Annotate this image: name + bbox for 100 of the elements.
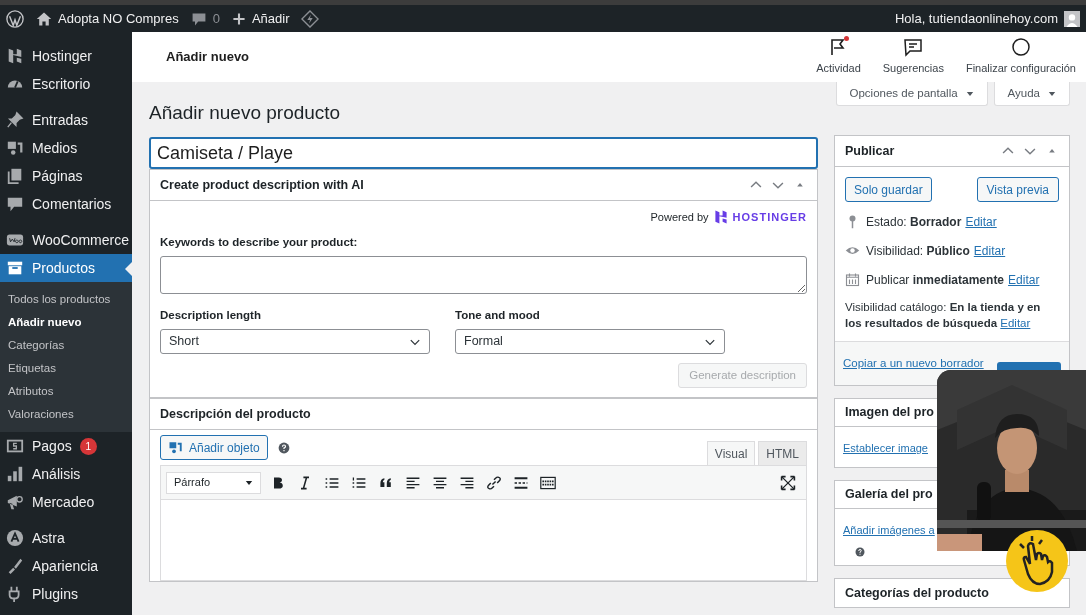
edit-link[interactable]: Editar: [965, 212, 997, 231]
paintbrush-icon: [6, 557, 24, 575]
box-title: Create product description with AI: [160, 176, 364, 194]
comment-icon[interactable]: [190, 10, 207, 27]
catalog-visibility-text: Visibilidad catálogo: En la tienda y en los resultados de búsqueda Editar: [845, 300, 1042, 331]
menu-item[interactable]: Pagos 1: [0, 432, 132, 460]
align-center-icon[interactable]: [432, 474, 448, 491]
media-icon: [168, 440, 183, 455]
header-action-link[interactable]: Finalizar configuración: [965, 60, 1076, 77]
submenu-item[interactable]: Categorías: [0, 334, 132, 357]
status-text: Publicar inmediatamente: [866, 271, 1005, 289]
caret-icon: [1048, 89, 1056, 98]
menu-item[interactable]: WooCommerce: [0, 226, 132, 254]
page-title: Añadir nuevo producto: [149, 101, 342, 125]
wordpress-logo-icon[interactable]: [6, 9, 24, 28]
field-label: Keywords to describe your product:: [160, 234, 359, 250]
status-text: Visibilidad: Público: [866, 242, 970, 260]
box-title: Descripción del producto: [160, 405, 311, 423]
speech-bubble-icon[interactable]: [903, 37, 924, 58]
bar-chart-icon: [6, 465, 24, 483]
help-icon[interactable]: [277, 441, 290, 454]
box-link[interactable]: Añadir imágenes a: [843, 524, 935, 536]
box-title: Categorías del producto: [845, 584, 989, 602]
caret-icon: [965, 89, 974, 98]
submenu-item[interactable]: Todos los productos: [0, 288, 132, 311]
submenu-item[interactable]: Añadir nuevo: [0, 311, 132, 334]
menu-item[interactable]: Escritorio: [0, 70, 132, 98]
hostinger-logo-icon: [6, 47, 24, 65]
astra-logo-icon: [6, 529, 24, 547]
media-icon: [6, 139, 24, 157]
keywords-field[interactable]: [160, 255, 807, 294]
help-icon[interactable]: [855, 547, 865, 557]
editor-tab[interactable]: HTML: [758, 441, 807, 465]
menu-item[interactable]: Análisis: [0, 460, 132, 488]
powered-by-text: Powered by: [650, 210, 709, 225]
diamond-logo-icon[interactable]: [301, 9, 320, 28]
edit-link[interactable]: Editar: [1000, 317, 1031, 329]
menu-item[interactable]: Medios: [0, 134, 132, 162]
align-right-icon[interactable]: [459, 474, 475, 491]
toolbar-toggle-icon[interactable]: [540, 474, 556, 491]
format-select[interactable]: Párrafo: [166, 471, 261, 494]
calendar-icon: [845, 272, 860, 287]
screen-tab-button[interactable]: Ayuda: [993, 82, 1070, 106]
caret-icon: [245, 478, 253, 487]
site-name-link[interactable]: Adopta NO Compres: [58, 8, 179, 29]
select-dropdown[interactable]: Formal: [455, 329, 725, 354]
speech-bubble-icon: [6, 195, 24, 213]
pointer-hand-icon: [1006, 530, 1068, 592]
header-action-link[interactable]: Sugerencias: [882, 60, 944, 77]
fullscreen-icon[interactable]: [780, 474, 796, 491]
brand-name: HOSTINGER: [732, 210, 807, 225]
menu-item[interactable]: Astra: [0, 524, 132, 552]
archive-box-icon: [6, 259, 24, 277]
align-left-icon[interactable]: [405, 474, 421, 491]
numbered-list-icon[interactable]: [351, 474, 367, 491]
circle-icon[interactable]: [1010, 37, 1031, 58]
field-label: Tone and mood: [455, 307, 541, 323]
notification-badge: 1: [79, 437, 97, 455]
menu-item[interactable]: Plugins: [0, 580, 132, 608]
page-heading: Añadir nuevo: [166, 48, 250, 67]
box-link[interactable]: Establecer image: [843, 442, 928, 454]
avatar-icon[interactable]: [1064, 10, 1080, 27]
header-action-link[interactable]: Actividad: [816, 60, 861, 77]
menu-item[interactable]: Productos: [0, 254, 132, 282]
pages-icon: [6, 167, 24, 185]
screen-tab-button[interactable]: Opciones de pantalla: [835, 82, 988, 106]
hostinger-logo-icon: [712, 209, 729, 226]
submenu-item[interactable]: Atributos: [0, 380, 132, 403]
menu-item[interactable]: Mercadeo: [0, 488, 132, 516]
box-title: Galería del pro: [845, 486, 933, 504]
save-draft-button[interactable]: Solo guardar: [845, 177, 932, 202]
comment-count: 0: [212, 9, 220, 28]
new-link[interactable]: Añadir: [251, 8, 290, 29]
field-label: Description length: [160, 307, 262, 323]
box-title: Publicar: [845, 142, 895, 160]
menu-item[interactable]: Entradas: [0, 106, 132, 134]
link-icon[interactable]: [486, 474, 502, 491]
megaphone-icon: [6, 493, 24, 511]
box-title: Imagen del pro: [845, 404, 934, 422]
edit-link[interactable]: Editar: [973, 241, 1006, 260]
pushpin-icon: [6, 111, 24, 129]
menu-item[interactable]: Apariencia: [0, 552, 132, 580]
greeting-link[interactable]: Hola, tutiendaonlinehoy.com: [894, 8, 1058, 29]
editor-tab[interactable]: Visual: [706, 441, 756, 465]
copy-draft-link[interactable]: Copiar a un nuevo borrador: [843, 357, 984, 369]
status-text: Estado: Borrador: [866, 213, 962, 231]
plus-icon[interactable]: [231, 11, 246, 26]
submenu-item[interactable]: Valoraciones: [0, 403, 132, 426]
menu-item[interactable]: Comentarios: [0, 190, 132, 218]
edit-link[interactable]: Editar: [1008, 270, 1040, 289]
preview-button[interactable]: Vista previa: [976, 177, 1059, 202]
menu-item[interactable]: Páginas: [0, 162, 132, 190]
submenu-item[interactable]: Etiquetas: [0, 357, 132, 380]
read-more-icon[interactable]: [513, 474, 529, 491]
product-title-field[interactable]: Camiseta / Playe: [149, 137, 818, 169]
home-icon[interactable]: [36, 10, 52, 27]
dollar-icon: [6, 437, 24, 455]
menu-item[interactable]: Hostinger: [0, 42, 132, 70]
add-media-button[interactable]: Añadir objeto: [160, 435, 268, 460]
select-dropdown[interactable]: Short: [160, 329, 430, 354]
